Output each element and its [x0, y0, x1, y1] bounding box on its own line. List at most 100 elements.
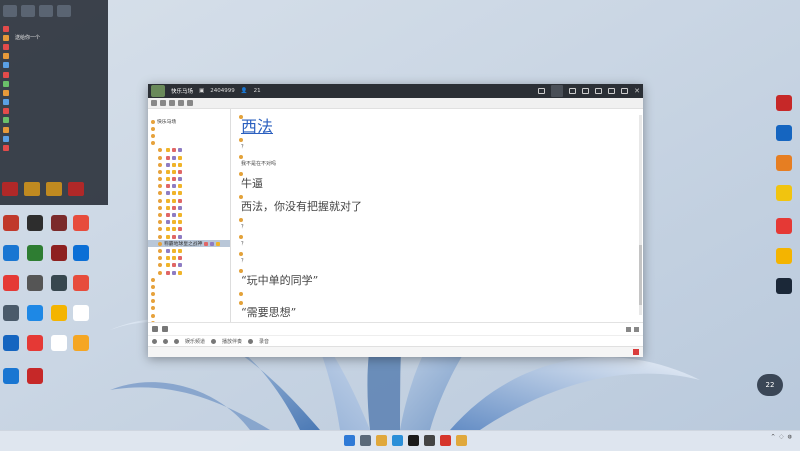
member-row[interactable]: [148, 168, 230, 175]
member-row[interactable]: [148, 183, 230, 190]
folder-icon[interactable]: [376, 435, 387, 446]
sender-avatar-icon[interactable]: [239, 291, 243, 296]
minimize-button[interactable]: [608, 88, 616, 94]
toolbar-icon[interactable]: [160, 100, 166, 106]
sender-avatar-icon[interactable]: [239, 268, 243, 273]
desktop-shortcut[interactable]: [48, 335, 70, 351]
send-button[interactable]: [633, 349, 639, 355]
sender-avatar-icon[interactable]: [239, 234, 243, 239]
member-row[interactable]: [148, 283, 230, 290]
desktop-shortcut[interactable]: [773, 278, 795, 294]
desktop-shortcut[interactable]: [773, 218, 795, 234]
mic-settings-icon[interactable]: [174, 338, 179, 344]
member-row[interactable]: [148, 219, 230, 226]
desktop-shortcut[interactable]: [70, 335, 92, 351]
search-icon[interactable]: [360, 435, 371, 446]
music-icon[interactable]: [211, 338, 217, 344]
member-row[interactable]: [148, 255, 230, 262]
network-icon[interactable]: ◌: [779, 434, 783, 440]
sender-avatar-icon[interactable]: [239, 217, 243, 222]
member-row[interactable]: [148, 233, 230, 240]
sender-avatar-icon[interactable]: [239, 300, 243, 305]
game-icon[interactable]: [24, 182, 40, 196]
desktop-shortcut[interactable]: [70, 305, 92, 321]
floating-widget[interactable]: 22: [757, 374, 783, 396]
desktop-shortcut[interactable]: [773, 155, 795, 171]
speaker-icon[interactable]: [163, 338, 168, 344]
desktop-shortcut[interactable]: [0, 305, 22, 321]
member-row[interactable]: [148, 147, 230, 154]
message-scrollbar[interactable]: [639, 115, 642, 315]
desktop-shortcut[interactable]: [48, 275, 70, 291]
desktop-shortcut[interactable]: [0, 275, 22, 291]
sender-avatar-icon[interactable]: [239, 251, 243, 256]
member-row[interactable]: [148, 140, 230, 147]
desktop-shortcut[interactable]: [70, 275, 92, 291]
desktop-shortcut[interactable]: [773, 125, 795, 141]
desktop-shortcut[interactable]: [24, 335, 46, 351]
play-icon[interactable]: [538, 88, 546, 94]
desktop-shortcut[interactable]: [0, 215, 22, 231]
maximize-button[interactable]: [621, 88, 629, 94]
desktop-shortcut[interactable]: [773, 248, 795, 264]
desktop-shortcut[interactable]: [48, 245, 70, 261]
channel-label[interactable]: 娱乐频道: [185, 338, 205, 345]
toolbar-icon[interactable]: [151, 100, 157, 106]
desktop-shortcut[interactable]: [773, 95, 795, 111]
chevron-up-icon[interactable]: ^: [771, 434, 775, 440]
member-row[interactable]: [148, 305, 230, 312]
sender-avatar-icon[interactable]: [239, 137, 243, 142]
list-icon[interactable]: [569, 88, 577, 94]
member-row[interactable]: 快乐马场: [148, 118, 230, 125]
member-row[interactable]: [148, 161, 230, 168]
browser-icon[interactable]: [392, 435, 403, 446]
desktop-shortcut[interactable]: [48, 305, 70, 321]
send-option-icon[interactable]: [634, 326, 639, 332]
desktop-shortcut[interactable]: [24, 245, 46, 261]
sender-avatar-icon[interactable]: [239, 171, 243, 176]
home-icon[interactable]: [551, 85, 564, 97]
desktop-shortcut[interactable]: [0, 245, 22, 261]
member-row[interactable]: [148, 132, 230, 139]
member-row[interactable]: 称霸地球皇之战神: [148, 240, 230, 248]
desktop-shortcut[interactable]: [773, 185, 795, 201]
member-row[interactable]: [148, 197, 230, 204]
desktop-shortcut[interactable]: [24, 215, 46, 231]
member-row[interactable]: [148, 176, 230, 183]
desktop-shortcut[interactable]: [0, 335, 22, 351]
app-icon[interactable]: [424, 435, 435, 446]
app-icon[interactable]: [440, 435, 451, 446]
record-icon[interactable]: [248, 338, 254, 344]
toolbar-icon[interactable]: [187, 100, 193, 106]
record-label[interactable]: 录音: [259, 338, 269, 345]
desktop-shortcut[interactable]: [48, 215, 70, 231]
toolbar-icon[interactable]: [178, 100, 184, 106]
member-row[interactable]: [148, 190, 230, 197]
start-icon[interactable]: [344, 435, 355, 446]
send-option-icon[interactable]: [626, 326, 631, 332]
member-row[interactable]: [148, 291, 230, 298]
member-row[interactable]: [148, 211, 230, 218]
member-row[interactable]: [148, 262, 230, 269]
accompany-label[interactable]: 播放伴奏: [222, 338, 242, 345]
menu-icon[interactable]: [595, 88, 603, 94]
member-row[interactable]: [148, 298, 230, 305]
member-row[interactable]: [148, 247, 230, 254]
desktop-shortcut[interactable]: [0, 368, 22, 384]
game-icon[interactable]: [46, 182, 62, 196]
member-row[interactable]: [148, 312, 230, 319]
sender-avatar-icon[interactable]: [239, 194, 243, 199]
app-icon[interactable]: [408, 435, 419, 446]
desktop-shortcut[interactable]: [24, 275, 46, 291]
sender-avatar-icon[interactable]: [239, 154, 243, 159]
close-button[interactable]: ✕: [634, 88, 640, 95]
volume-icon[interactable]: ◍: [788, 434, 792, 440]
user-avatar-icon[interactable]: [152, 338, 157, 344]
app-icon[interactable]: [456, 435, 467, 446]
gamepad-icon[interactable]: [582, 88, 590, 94]
toolbar-icon[interactable]: [169, 100, 175, 106]
member-row[interactable]: [148, 154, 230, 161]
member-row[interactable]: [148, 125, 230, 132]
desktop-shortcut[interactable]: [24, 368, 46, 384]
member-row[interactable]: [148, 269, 230, 276]
